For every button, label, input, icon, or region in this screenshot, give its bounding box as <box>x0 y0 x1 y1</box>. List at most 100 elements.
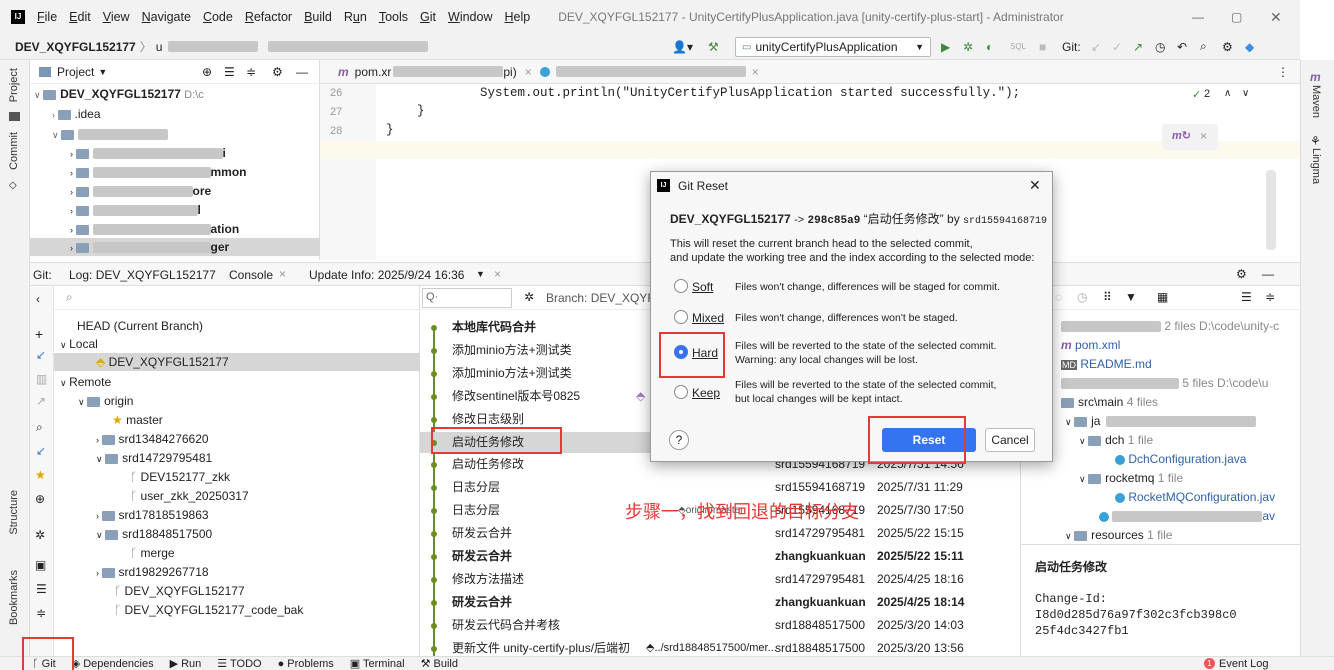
commit-row[interactable]: 研发云代码合并考核 srd18848517500 2025/3/20 14:03 <box>420 615 1020 636</box>
change-folder[interactable]: ∨ resources 1 file <box>1065 526 1172 544</box>
settings-gear-icon[interactable]: ⚙ <box>1236 267 1247 281</box>
breadcrumb-module[interactable]: u <box>156 40 163 54</box>
code-brace[interactable]: } <box>386 123 394 137</box>
tab-update-info[interactable]: Update Info: 2025/9/24 16:36 <box>309 268 464 282</box>
collapse-all-icon[interactable]: ≑ <box>246 65 256 79</box>
diff-icon[interactable]: ◌ <box>1055 290 1062 304</box>
lingma-tool-tab[interactable]: Lingma <box>1310 148 1322 184</box>
close-tab-icon[interactable]: × <box>752 65 759 79</box>
change-file[interactable]: MD README.md <box>1061 355 1152 373</box>
expand-icon[interactable]: ☰ <box>36 582 47 596</box>
expand-all-icon[interactable]: ☰ <box>224 65 235 79</box>
status-tab-run[interactable]: ▶ Run <box>170 657 202 670</box>
fetch-icon[interactable]: ↙ <box>36 444 46 458</box>
branch-master[interactable]: ★ master <box>112 411 163 429</box>
branch-item[interactable]: ᚴ DEV152177_zkk <box>130 468 230 486</box>
menu-view[interactable]: View <box>97 10 136 24</box>
history-icon[interactable]: ◷ <box>1155 40 1165 54</box>
keep-label[interactable]: Keep <box>692 386 720 400</box>
chevron-down-icon[interactable]: ▼ <box>98 67 107 77</box>
delete-icon[interactable]: ▥ <box>36 372 47 386</box>
commit-row[interactable]: 研发云合并 srd14729795481 2025/5/22 15:15 <box>420 523 1020 544</box>
update-icon[interactable]: ↙ <box>36 348 46 362</box>
search-icon[interactable]: ⌕ <box>36 420 43 435</box>
commit-search-input[interactable]: Q· <box>422 288 512 308</box>
branch-item[interactable]: ᚴ DEV_XQYFGL152177_code_bak <box>114 601 303 619</box>
nav-down-icon[interactable]: ∨ <box>1242 88 1249 99</box>
settings-gear-icon[interactable]: ✲ <box>35 528 45 542</box>
history-icon[interactable]: ◷ <box>1077 290 1087 304</box>
branch-local-group[interactable]: ∨ Local <box>60 335 98 353</box>
soft-label[interactable]: Soft <box>692 280 713 294</box>
close-tab-icon[interactable]: × <box>494 267 501 281</box>
commit-row[interactable]: 日志分层 srd15594168719 2025/7/31 11:29 <box>420 477 1020 498</box>
close-icon[interactable]: × <box>1200 129 1207 143</box>
menu-file[interactable]: File <box>31 10 63 24</box>
tab-log[interactable]: Log: DEV_XQYFGL152177 <box>69 268 216 282</box>
favorite-star-icon[interactable]: ★ <box>35 468 46 482</box>
status-tab-todo[interactable]: ☰ TODO <box>217 657 261 670</box>
add-icon[interactable]: + <box>35 326 43 342</box>
dialog-close-icon[interactable]: ✕ <box>1029 177 1041 194</box>
change-file[interactable]: DchConfiguration.java <box>1115 450 1246 468</box>
branch-search[interactable]: ⌕ <box>54 286 420 310</box>
tree-item-module[interactable]: › ation <box>70 220 239 238</box>
tree-item-module[interactable]: ∨ <box>52 125 169 143</box>
tree-root[interactable]: ∨ DEV_XQYFGL152177 D:\c <box>34 85 204 103</box>
hide-icon[interactable]: — <box>1262 267 1274 281</box>
status-tab-terminal[interactable]: ▣ Terminal <box>350 657 405 670</box>
tree-item-module[interactable]: › i <box>70 144 226 162</box>
project-tool-tab[interactable]: Project <box>8 68 20 102</box>
breadcrumb-project[interactable]: DEV_XQYFGL152177 <box>15 40 136 54</box>
tab-pom[interactable]: pom.xr <box>355 65 392 79</box>
layout-icon[interactable]: ▣ <box>35 558 46 572</box>
cancel-button[interactable]: Cancel <box>985 428 1035 452</box>
coverage-icon[interactable]: ◐ <box>986 40 993 54</box>
branch-folder[interactable]: › srd17818519863 <box>96 506 209 524</box>
commit-tool-tab[interactable]: Commit <box>8 132 20 170</box>
change-group[interactable]: 2 files D:\code\unity-c <box>1061 317 1279 335</box>
layout-icon[interactable]: ▦ <box>1157 290 1168 304</box>
group-icon[interactable]: ⠿ <box>1103 290 1112 304</box>
close-tab-icon[interactable]: × <box>525 65 532 79</box>
build-hammer-icon[interactable]: ⚒ <box>708 40 719 54</box>
branch-item[interactable]: ᚴ DEV_XQYFGL152177 <box>114 582 245 600</box>
code-line-println[interactable]: System.out.println("UnityCertifyPlusAppl… <box>480 86 1020 100</box>
collapse-icon[interactable]: ≑ <box>36 606 46 620</box>
code-brace[interactable]: } <box>417 104 425 118</box>
maven-reload-popup[interactable]: m↻ × <box>1162 124 1218 150</box>
keep-radio[interactable] <box>674 385 688 399</box>
structure-tool-tab[interactable]: Structure <box>8 490 20 535</box>
bookmarks-tool-tab[interactable]: Bookmarks <box>8 570 20 625</box>
menu-code[interactable]: Code <box>197 10 239 24</box>
tree-item-module-selected[interactable]: › ger <box>30 238 320 256</box>
expand-all-icon[interactable]: ☰ <box>1241 290 1252 304</box>
menu-run[interactable]: Run <box>338 10 373 24</box>
menu-help[interactable]: Help <box>498 10 536 24</box>
maven-tool-tab[interactable]: Maven <box>1310 85 1322 118</box>
menu-window[interactable]: Window <box>442 10 498 24</box>
change-file[interactable]: m pom.xml <box>1061 336 1120 354</box>
change-folder[interactable]: src\main 4 files <box>1061 393 1158 411</box>
soft-radio[interactable] <box>674 279 688 293</box>
run-config-select[interactable]: ▭ unityCertifyPlusApplication ▼ <box>735 37 931 57</box>
status-tab-dependencies[interactable]: ◈ Dependencies <box>72 657 154 670</box>
help-button[interactable]: ? <box>669 430 689 450</box>
minimize-icon[interactable]: — <box>1192 10 1204 24</box>
settings-gear-icon[interactable]: ⚙ <box>1222 40 1233 54</box>
search-icon[interactable]: ⌕ <box>1200 39 1207 54</box>
run-icon[interactable]: ▶ <box>941 40 950 54</box>
commit-row[interactable]: 研发云合并 zhangkuankuan 2025/5/22 15:11 <box>420 546 1020 567</box>
branch-folder[interactable]: › srd13484276620 <box>96 430 209 448</box>
push-icon[interactable]: ↗ <box>36 394 46 408</box>
locate-icon[interactable]: ⊕ <box>202 65 212 79</box>
branch-item[interactable]: ᚴ merge <box>130 544 175 562</box>
editor-scrollbar[interactable] <box>1266 170 1276 250</box>
commit-row[interactable]: 修改方法描述 srd14729795481 2025/4/25 18:16 <box>420 569 1020 590</box>
menu-navigate[interactable]: Navigate <box>136 10 197 24</box>
branch-folder[interactable]: › srd19829267718 <box>96 563 209 581</box>
back-icon[interactable]: ‹ <box>36 292 40 306</box>
branch-head[interactable]: HEAD (Current Branch) <box>77 317 203 335</box>
compare-icon[interactable]: ⊕ <box>35 492 45 506</box>
change-file[interactable]: av <box>1099 507 1275 525</box>
